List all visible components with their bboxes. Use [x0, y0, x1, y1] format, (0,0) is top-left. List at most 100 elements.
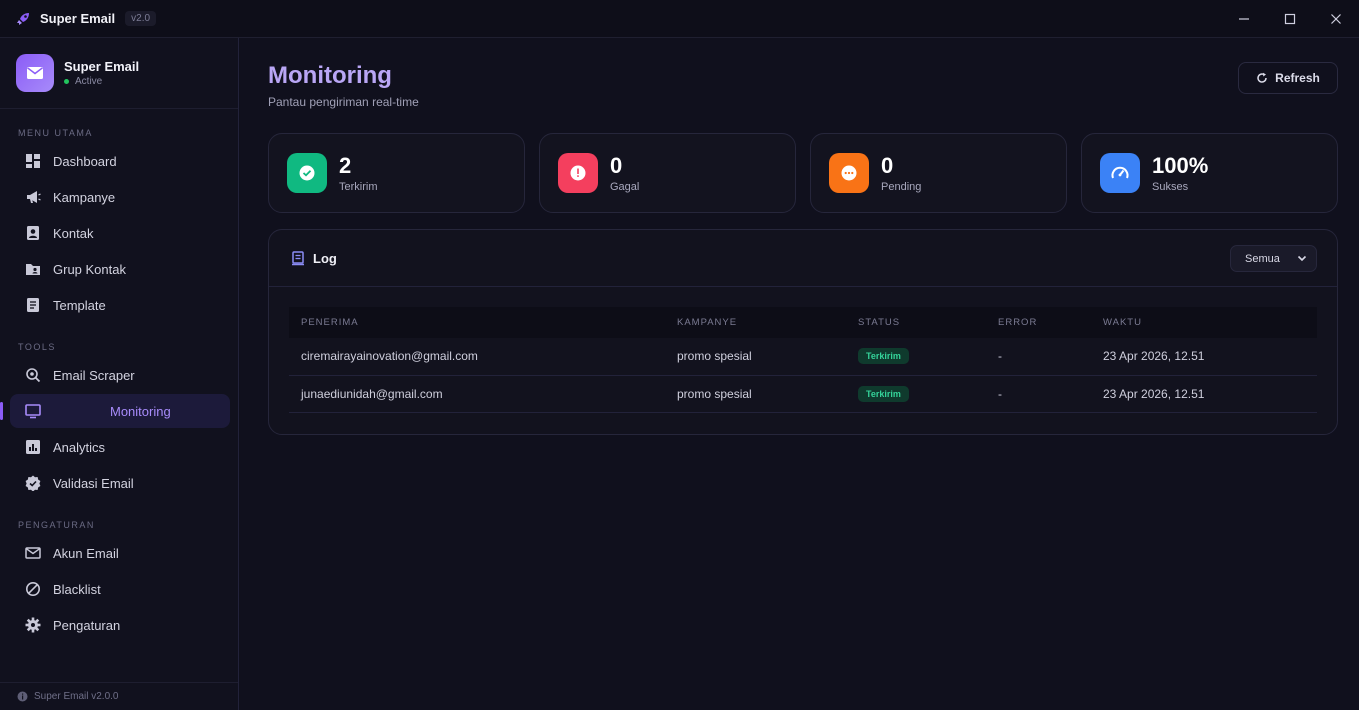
check-circle-icon: [287, 153, 327, 193]
stat-value: 0: [881, 152, 894, 178]
section-label-tools: TOOLS: [18, 342, 56, 352]
status-badge: Terkirim: [858, 348, 909, 365]
sidebar-item-dashboard[interactable]: Dashboard: [10, 144, 230, 178]
stat-card-gagal: 0 Gagal: [539, 133, 796, 213]
sidebar-item-label: Validasi Email: [53, 475, 134, 491]
footer-version: Super Email v2.0.0: [34, 691, 119, 702]
brand-status: Active: [75, 76, 103, 87]
gear-icon: [24, 616, 42, 634]
log-table: PENERIMA KAMPANYE STATUS ERROR WAKTU cir…: [289, 307, 1317, 413]
document-icon: [24, 296, 42, 314]
rocket-icon: [14, 10, 32, 28]
stat-card-terkirim: 2 Terkirim: [268, 133, 525, 213]
folder-user-icon: [24, 260, 42, 278]
version-badge: v2.0: [125, 11, 157, 26]
sidebar-item-blacklist[interactable]: Blacklist: [10, 572, 230, 606]
receipt-icon: [291, 250, 305, 266]
monitor-icon: [24, 402, 42, 420]
info-icon: [17, 691, 28, 702]
status-cell: Terkirim: [846, 375, 986, 413]
app-title: Super Email: [40, 11, 116, 26]
alert-circle-icon: [558, 153, 598, 193]
table-row: ciremairayainovation@gmail.com promo spe…: [289, 338, 1317, 376]
error-cell: -: [986, 338, 1091, 376]
sidebar-item-monitoring[interactable]: Monitoring: [0, 394, 230, 428]
column-header: KAMPANYE: [677, 317, 738, 328]
sidebar-item-label: Analytics: [53, 439, 106, 455]
minimize-button[interactable]: [1221, 0, 1267, 38]
sidebar-item-template[interactable]: Template: [10, 288, 230, 322]
sidebar-item-label: Template: [53, 297, 106, 313]
stat-label: Terkirim: [339, 180, 378, 193]
main-content: Monitoring Pantau pengiriman real-time R…: [240, 38, 1359, 710]
error-cell: -: [986, 375, 1091, 413]
sidebar-item-label: Pengaturan: [53, 617, 121, 633]
status-cell: Terkirim: [846, 338, 986, 376]
sidebar-item-analytics[interactable]: Analytics: [10, 430, 230, 464]
sidebar-item-label: Kontak: [53, 225, 94, 241]
sidebar-item-akun-email[interactable]: Akun Email: [10, 536, 230, 570]
campaign-cell: promo spesial: [665, 375, 846, 413]
section-label-pengaturan: PENGATURAN: [18, 520, 95, 530]
page-subtitle: Pantau pengiriman real-time: [268, 95, 419, 109]
sidebar-item-validasi-email[interactable]: Validasi Email: [10, 466, 230, 500]
column-header: ERROR: [998, 317, 1038, 328]
section-label-menu-utama: MENU UTAMA: [18, 128, 93, 138]
sidebar-item-pengaturan[interactable]: Pengaturan: [10, 608, 230, 642]
brand-name: Super Email: [64, 59, 140, 74]
stats-row: 2 Terkirim 0 Gagal 0 Pending 100% Sukses: [268, 133, 1338, 213]
maximize-button[interactable]: [1267, 0, 1313, 38]
filter-value: Semua: [1245, 252, 1280, 265]
close-icon: [1331, 14, 1341, 24]
stat-label: Sukses: [1152, 180, 1189, 193]
sidebar-item-label: Grup Kontak: [53, 261, 126, 277]
table-header-row: PENERIMA KAMPANYE STATUS ERROR WAKTU: [289, 307, 1317, 338]
sidebar-item-email-scraper[interactable]: Email Scraper: [10, 358, 230, 392]
stat-label: Gagal: [610, 180, 640, 193]
refresh-icon: [1256, 72, 1268, 84]
status-filter-select[interactable]: Semua: [1230, 245, 1317, 272]
chevron-down-icon: [1297, 253, 1307, 263]
sidebar-item-label: Akun Email: [53, 545, 119, 561]
gauge-icon: [1100, 153, 1140, 193]
page-title: Monitoring: [268, 62, 392, 89]
sidebar-item-label: Email Scraper: [53, 367, 135, 383]
campaign-cell: promo spesial: [665, 338, 846, 376]
minimize-icon: [1239, 18, 1249, 20]
more-circle-icon: [829, 153, 869, 193]
refresh-label: Refresh: [1275, 71, 1320, 85]
megaphone-icon: [24, 188, 42, 206]
refresh-button[interactable]: Refresh: [1238, 62, 1338, 94]
recipient-cell: ciremairayainovation@gmail.com: [289, 338, 665, 376]
stat-value: 100%: [1152, 152, 1209, 178]
sidebar: Super Email Active MENU UTAMA Dashboard …: [0, 38, 239, 710]
sidebar-item-label: Dashboard: [53, 153, 117, 169]
verified-icon: [24, 474, 42, 492]
stat-card-pending: 0 Pending: [810, 133, 1067, 213]
chart-icon: [24, 438, 42, 456]
sidebar-item-label: Kampanye: [53, 189, 116, 205]
stat-value: 0: [610, 152, 623, 178]
stat-value: 2: [339, 152, 352, 178]
active-indicator: [0, 402, 3, 420]
log-panel: Log Semua PENERIMA KAMPANYE STATUS ERROR…: [268, 229, 1338, 435]
maximize-icon: [1284, 13, 1296, 25]
dashboard-icon: [24, 152, 42, 170]
sidebar-item-kontak[interactable]: Kontak: [10, 216, 230, 250]
sidebar-footer: Super Email v2.0.0: [0, 682, 238, 710]
status-badge: Terkirim: [858, 385, 909, 402]
stat-label: Pending: [881, 180, 922, 193]
sidebar-item-grup-kontak[interactable]: Grup Kontak: [10, 252, 230, 286]
sidebar-item-label: Blacklist: [53, 581, 101, 597]
time-cell: 23 Apr 2026, 12.51: [1091, 338, 1317, 376]
sidebar-item-label: Monitoring: [110, 403, 171, 419]
sidebar-item-kampanye[interactable]: Kampanye: [10, 180, 230, 214]
stat-card-sukses: 100% Sukses: [1081, 133, 1338, 213]
time-cell: 23 Apr 2026, 12.51: [1091, 375, 1317, 413]
column-header: WAKTU: [1103, 317, 1142, 328]
close-button[interactable]: [1313, 0, 1359, 38]
mail-icon: [24, 544, 42, 562]
mail-logo-icon: [16, 54, 54, 92]
column-header: PENERIMA: [301, 317, 359, 328]
status-dot: [64, 79, 69, 84]
